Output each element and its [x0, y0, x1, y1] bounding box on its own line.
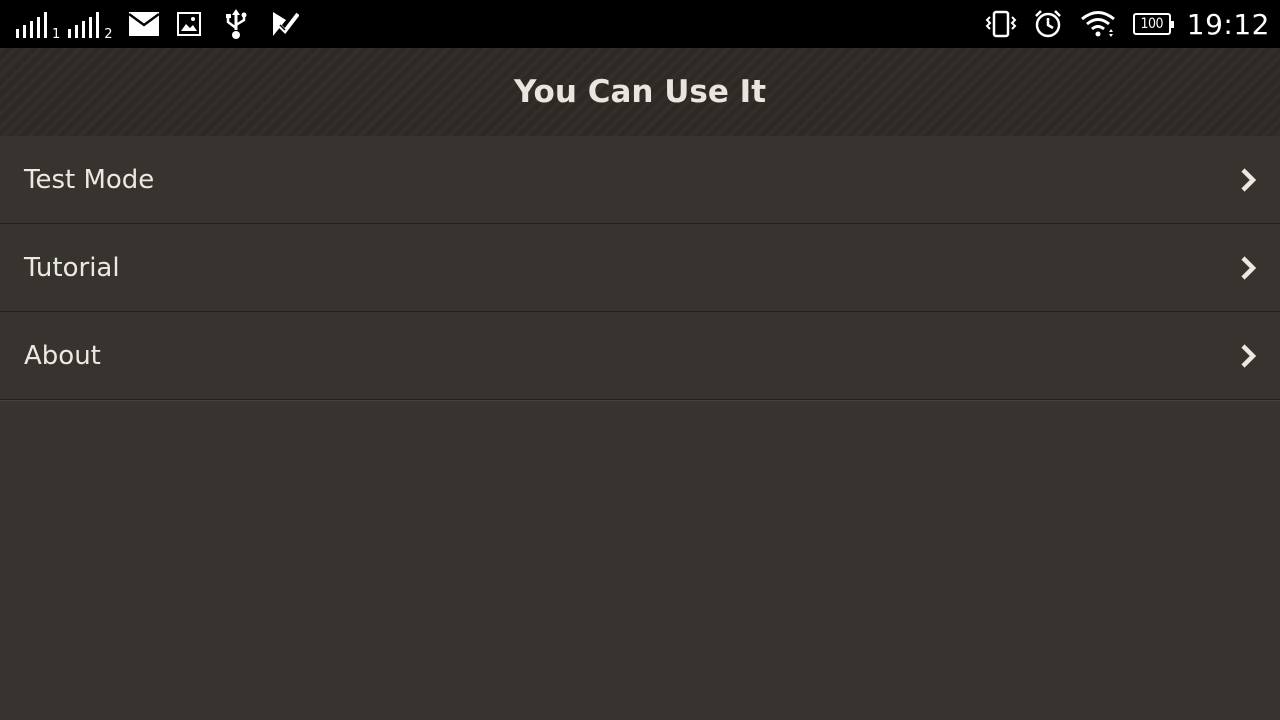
- chevron-right-icon: [1241, 255, 1257, 280]
- menu-item-about[interactable]: About: [0, 312, 1280, 400]
- chevron-right-icon: [1241, 343, 1257, 368]
- image-icon: [176, 12, 201, 36]
- wifi-icon: [1079, 9, 1117, 39]
- vibrate-icon: [985, 10, 1017, 38]
- app-bar: You Can Use It: [0, 48, 1280, 136]
- page-title: You Can Use It: [513, 74, 767, 110]
- menu-item-label: Tutorial: [24, 252, 120, 283]
- signal-icon: [16, 9, 50, 39]
- status-bar: 1 2 100 19:12: [0, 0, 1280, 48]
- chevron-right-icon: [1241, 167, 1257, 192]
- menu-item-tutorial[interactable]: Tutorial: [0, 224, 1280, 312]
- battery-icon: 100: [1132, 13, 1174, 35]
- menu-item-label: Test Mode: [24, 164, 155, 195]
- menu-item-test-mode[interactable]: Test Mode: [0, 136, 1280, 224]
- status-system: 100 19:12: [985, 0, 1270, 48]
- mail-icon: [128, 12, 159, 36]
- sim2-label: 2: [104, 27, 113, 42]
- signal-icon: [68, 9, 102, 39]
- battery-level: 100: [1140, 16, 1164, 32]
- usb-icon: [225, 8, 247, 40]
- main-menu: Test Mode Tutorial About: [0, 136, 1280, 400]
- clock: 19:12: [1186, 7, 1270, 41]
- menu-item-label: About: [24, 340, 101, 371]
- sim1-label: 1: [52, 27, 61, 42]
- status-notifications: 1 2: [16, 0, 299, 48]
- alarm-icon: [1033, 9, 1063, 39]
- play-store-icon: [271, 11, 299, 37]
